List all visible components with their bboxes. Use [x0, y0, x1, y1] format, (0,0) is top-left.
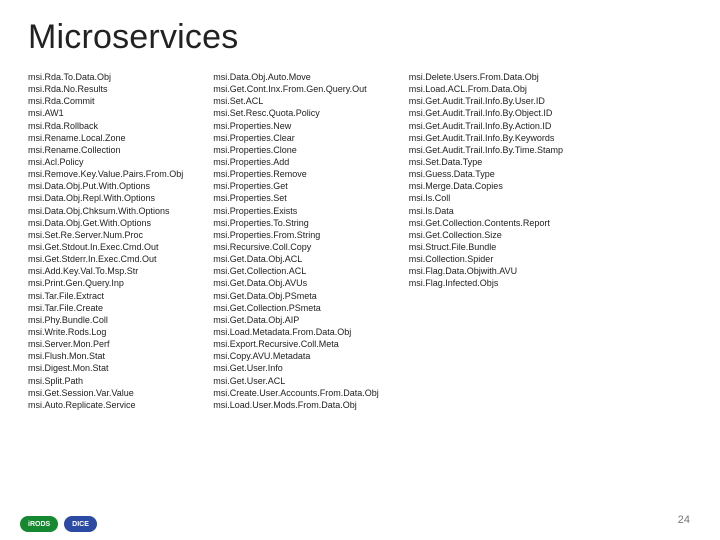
list-item: msi.Struct.File.Bundle: [409, 241, 563, 253]
list-item: msi.Get.Data.Obj.AVUs: [213, 277, 379, 289]
list-item: msi.Auto.Replicate.Service: [28, 399, 183, 411]
list-item: msi.Get.Collection.Contents.Report: [409, 217, 563, 229]
list-item: msi.Add.Key.Val.To.Msp.Str: [28, 265, 183, 277]
list-item: msi.Set.Resc.Quota.Policy: [213, 107, 379, 119]
list-item: msi.Server.Mon.Perf: [28, 338, 183, 350]
list-item: msi.Phy.Bundle.Coll: [28, 314, 183, 326]
dice-logo: DICE: [64, 516, 97, 532]
column-1: msi.Rda.To.Data.Objmsi.Rda.No.Resultsmsi…: [28, 71, 183, 411]
list-item: msi.Flush.Mon.Stat: [28, 350, 183, 362]
list-item: msi.Properties.To.String: [213, 217, 379, 229]
list-item: msi.Get.User.ACL: [213, 375, 379, 387]
list-item: msi.Set.Data.Type: [409, 156, 563, 168]
page-title: Microservices: [28, 18, 692, 57]
footer-logos: iRODS DICE: [20, 516, 97, 532]
list-item: msi.Get.Collection.Size: [409, 229, 563, 241]
irods-logo: iRODS: [20, 516, 58, 532]
list-item: msi.Properties.Remove: [213, 168, 379, 180]
list-item: msi.Rename.Local.Zone: [28, 132, 183, 144]
list-item: msi.Rda.Rollback: [28, 120, 183, 132]
list-item: msi.Data.Obj.Auto.Move: [213, 71, 379, 83]
list-item: msi.Properties.From.String: [213, 229, 379, 241]
list-item: msi.Get.Audit.Trail.Info.By.User.ID: [409, 95, 563, 107]
list-item: msi.Tar.File.Create: [28, 302, 183, 314]
list-item: msi.Get.User.Info: [213, 362, 379, 374]
list-item: msi.Split.Path: [28, 375, 183, 387]
list-item: msi.Get.Audit.Trail.Info.By.Keywords: [409, 132, 563, 144]
list-item: msi.Get.Session.Var.Value: [28, 387, 183, 399]
list-item: msi.Flag.Infected.Objs: [409, 277, 563, 289]
page-number: 24: [678, 514, 690, 526]
list-item: msi.Rda.Commit: [28, 95, 183, 107]
list-item: msi.Delete.Users.From.Data.Obj: [409, 71, 563, 83]
list-item: msi.Acl.Policy: [28, 156, 183, 168]
list-item: msi.Get.Audit.Trail.Info.By.Action.ID: [409, 120, 563, 132]
list-item: msi.Data.Obj.Put.With.Options: [28, 180, 183, 192]
list-item: msi.Load.ACL.From.Data.Obj: [409, 83, 563, 95]
column-3: msi.Delete.Users.From.Data.Objmsi.Load.A…: [409, 71, 563, 411]
slide: Microservices msi.Rda.To.Data.Objmsi.Rda…: [0, 0, 720, 540]
list-item: msi.Data.Obj.Chksum.With.Options: [28, 205, 183, 217]
list-item: msi.Copy.AVU.Metadata: [213, 350, 379, 362]
list-item: msi.Set.Re.Server.Num.Proc: [28, 229, 183, 241]
list-item: msi.Get.Data.Obj.ACL: [213, 253, 379, 265]
list-item: msi.Properties.Set: [213, 192, 379, 204]
list-item: msi.Get.Cont.Inx.From.Gen.Query.Out: [213, 83, 379, 95]
list-item: msi.Properties.Clone: [213, 144, 379, 156]
list-item: msi.Rda.To.Data.Obj: [28, 71, 183, 83]
column-2: msi.Data.Obj.Auto.Movemsi.Get.Cont.Inx.F…: [213, 71, 379, 411]
list-item: msi.Data.Obj.Repl.With.Options: [28, 192, 183, 204]
columns-container: msi.Rda.To.Data.Objmsi.Rda.No.Resultsmsi…: [28, 71, 692, 411]
list-item: msi.Is.Coll: [409, 192, 563, 204]
list-item: msi.Merge.Data.Copies: [409, 180, 563, 192]
list-item: msi.Get.Data.Obj.AIP: [213, 314, 379, 326]
list-item: msi.Remove.Key.Value.Pairs.From.Obj: [28, 168, 183, 180]
list-item: msi.Guess.Data.Type: [409, 168, 563, 180]
list-item: msi.Get.Collection.ACL: [213, 265, 379, 277]
list-item: msi.Rename.Collection: [28, 144, 183, 156]
list-item: msi.Digest.Mon.Stat: [28, 362, 183, 374]
list-item: msi.Collection.Spider: [409, 253, 563, 265]
list-item: msi.Properties.Clear: [213, 132, 379, 144]
list-item: msi.Get.Stdout.In.Exec.Cmd.Out: [28, 241, 183, 253]
list-item: msi.Recursive.Coll.Copy: [213, 241, 379, 253]
list-item: msi.Create.User.Accounts.From.Data.Obj: [213, 387, 379, 399]
list-item: msi.Set.ACL: [213, 95, 379, 107]
list-item: msi.Flag.Data.Objwith.AVU: [409, 265, 563, 277]
list-item: msi.AW1: [28, 107, 183, 119]
list-item: msi.Properties.Get: [213, 180, 379, 192]
list-item: msi.Load.Metadata.From.Data.Obj: [213, 326, 379, 338]
list-item: msi.Get.Data.Obj.PSmeta: [213, 290, 379, 302]
list-item: msi.Get.Audit.Trail.Info.By.Object.ID: [409, 107, 563, 119]
list-item: msi.Tar.File.Extract: [28, 290, 183, 302]
list-item: msi.Export.Recursive.Coll.Meta: [213, 338, 379, 350]
list-item: msi.Properties.Add: [213, 156, 379, 168]
list-item: msi.Get.Audit.Trail.Info.By.Time.Stamp: [409, 144, 563, 156]
list-item: msi.Get.Collection.PSmeta: [213, 302, 379, 314]
list-item: msi.Properties.Exists: [213, 205, 379, 217]
list-item: msi.Rda.No.Results: [28, 83, 183, 95]
list-item: msi.Properties.New: [213, 120, 379, 132]
list-item: msi.Is.Data: [409, 205, 563, 217]
list-item: msi.Print.Gen.Query.Inp: [28, 277, 183, 289]
list-item: msi.Write.Rods.Log: [28, 326, 183, 338]
list-item: msi.Get.Stderr.In.Exec.Cmd.Out: [28, 253, 183, 265]
list-item: msi.Data.Obj.Get.With.Options: [28, 217, 183, 229]
list-item: msi.Load.User.Mods.From.Data.Obj: [213, 399, 379, 411]
